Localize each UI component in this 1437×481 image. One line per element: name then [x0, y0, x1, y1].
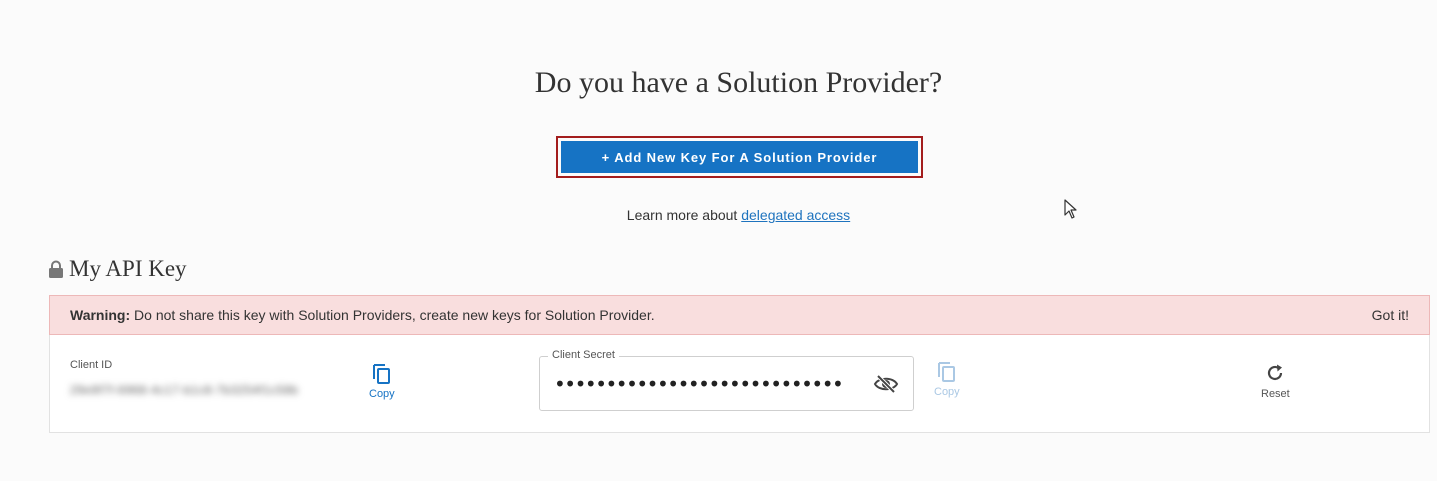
api-key-card: Client ID 29e9f7f-6968-4c17-b1c8-7b3254f…: [49, 335, 1430, 433]
refresh-icon: [1268, 364, 1283, 381]
delegated-access-link[interactable]: delegated access: [741, 207, 850, 223]
client-id-label: Client ID: [70, 359, 113, 371]
eye-off-icon[interactable]: [873, 373, 899, 395]
page-heading: Do you have a Solution Provider?: [534, 66, 943, 99]
learn-more-prefix: Learn more about: [626, 207, 738, 223]
copy-client-id-button[interactable]: Copy: [369, 363, 395, 400]
api-key-section-header: My API Key: [48, 256, 187, 282]
add-key-button-highlight: + Add New Key For A Solution Provider: [556, 136, 923, 178]
add-new-key-button[interactable]: + Add New Key For A Solution Provider: [561, 141, 918, 173]
copy-icon: [372, 364, 390, 384]
warning-label: Warning:: [70, 307, 131, 323]
reset-button[interactable]: Reset: [1261, 363, 1290, 400]
lock-icon: [49, 260, 63, 278]
client-secret-field[interactable]: Client Secret ••••••••••••••••••••••••••…: [539, 349, 914, 411]
warning-banner: Warning: Do not share this key with Solu…: [49, 295, 1430, 335]
mouse-pointer-icon: [1064, 199, 1077, 219]
reset-label: Reset: [1261, 388, 1290, 400]
api-key-section-title: My API Key: [69, 256, 187, 281]
client-secret-label: Client Secret: [548, 349, 619, 361]
copy-client-id-label: Copy: [369, 388, 395, 400]
warning-message: Warning: Do not share this key with Solu…: [70, 307, 655, 323]
warning-text: Do not share this key with Solution Prov…: [134, 307, 655, 323]
copy-icon: [937, 362, 955, 382]
client-id-value: 29e9f7f-6968-4c17-b1c8-7b3254f1c58b: [70, 383, 299, 397]
client-secret-input[interactable]: ••••••••••••••••••••••••••••••••••: [554, 372, 844, 396]
copy-client-secret-button[interactable]: Copy: [934, 361, 960, 398]
copy-client-secret-label: Copy: [934, 386, 960, 398]
got-it-button[interactable]: Got it!: [1372, 307, 1409, 323]
learn-more-text: Learn more about delegated access: [0, 207, 1437, 223]
